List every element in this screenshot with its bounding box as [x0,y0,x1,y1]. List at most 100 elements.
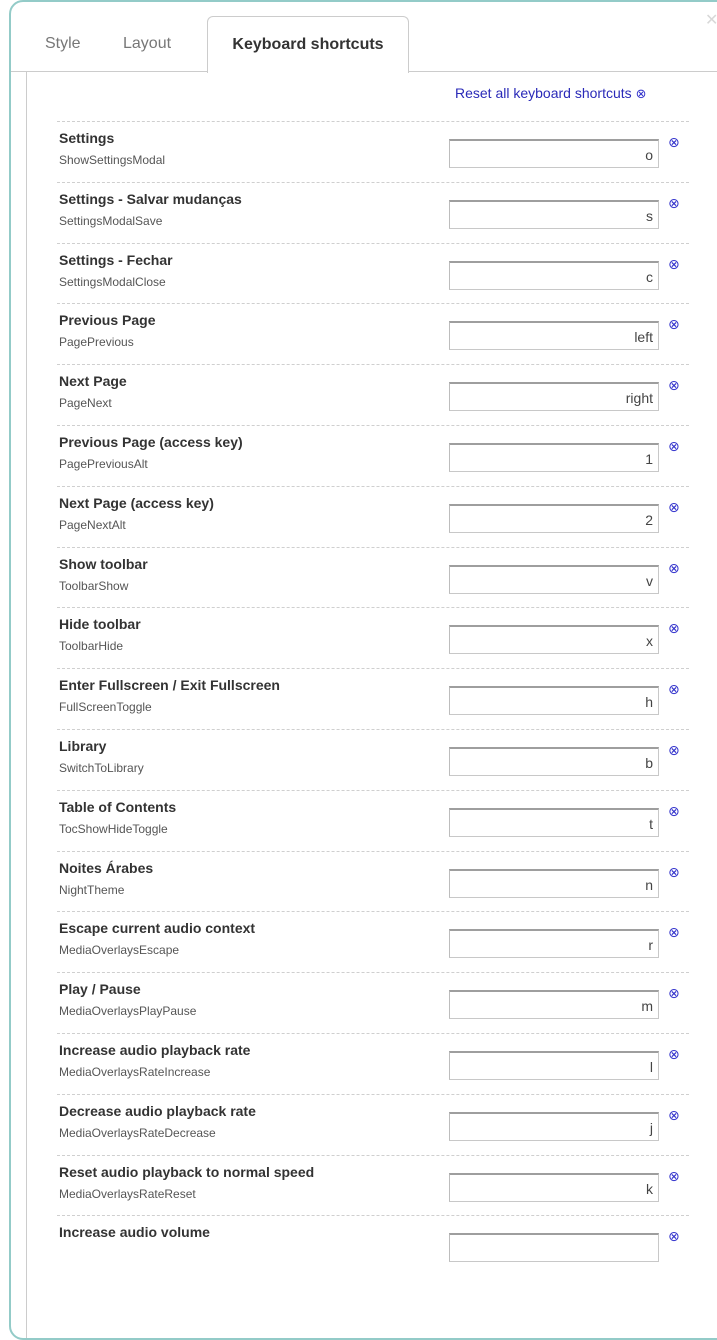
shortcut-row: Escape current audio context MediaOverlay… [57,911,689,972]
reset-all-shortcuts-link[interactable]: Reset all keyboard shortcuts ⊗ [455,85,647,102]
shortcut-key-input[interactable]: k [449,1172,659,1202]
shortcut-key-input[interactable]: left [449,321,659,351]
reset-shortcut-icon[interactable]: ⊗ [668,865,680,881]
reset-shortcut-icon[interactable]: ⊗ [668,1047,680,1063]
shortcut-key-input[interactable]: x [449,625,659,655]
shortcut-key-input[interactable]: 1 [449,442,659,472]
shortcut-row: Previous Page (access key) PagePreviousAl… [57,424,689,486]
shortcut-label: Show toolbar [59,555,148,572]
reset-shortcut-icon[interactable]: ⊗ [668,682,680,698]
shortcut-label: Previous Page (access key) [59,433,243,450]
shortcut-row: Increase audio volume ⊗ [57,1215,689,1276]
reset-shortcut-icon[interactable]: ⊗ [668,1169,680,1185]
reset-shortcut-icon[interactable]: ⊗ [668,196,680,212]
shortcut-label: Settings - Salvar mudanças [59,190,242,207]
reset-shortcut-icon[interactable]: ⊗ [668,1229,680,1245]
shortcut-key-input[interactable]: c [449,260,659,290]
shortcut-command-name: MediaOverlaysRateReset [59,1186,196,1201]
shortcut-command-name: SwitchToLibrary [59,760,144,775]
reset-shortcut-icon[interactable]: ⊗ [668,135,680,151]
shortcut-command-name: ToolbarShow [59,578,129,593]
reset-shortcut-icon[interactable]: ⊗ [668,257,680,273]
shortcut-row: Noites Árabes NightTheme n ⊗ [57,850,689,912]
shortcut-key-input[interactable]: h [449,686,659,716]
shortcut-label: Increase audio volume [59,1224,210,1241]
shortcut-key-input[interactable]: r [449,929,659,959]
shortcut-command-name: NightTheme [59,882,125,897]
shortcut-key-input[interactable]: right [449,382,659,412]
shortcut-key-input[interactable]: o [449,139,659,168]
shortcut-key-input[interactable]: j [449,1111,659,1141]
shortcut-row: Play / Pause MediaOverlaysPlayPause m ⊗ [57,972,689,1033]
shortcut-label: Previous Page [59,312,156,329]
shortcut-row: Next Page (access key) PageNextAlt 2 ⊗ [57,485,689,547]
shortcut-command-name: PageNextAlt [59,517,126,532]
reset-shortcut-icon[interactable]: ⊗ [668,1108,680,1124]
shortcut-command-name: PagePrevious [59,335,134,350]
shortcut-label: Decrease audio playback rate [59,1102,256,1119]
shortcut-list: Settings ShowSettingsModal o ⊗ Settings - Sa… [57,121,689,1276]
tab-style[interactable]: Style [45,16,81,72]
shortcut-command-name: FullScreenToggle [59,700,152,715]
shortcut-command-name: ShowSettingsModal [59,153,166,167]
reset-shortcut-icon[interactable]: ⊗ [668,804,680,820]
shortcut-key-input[interactable]: b [449,746,659,776]
shortcut-key-input[interactable]: t [449,807,659,837]
shortcut-command-name: SettingsModalSave [59,213,163,228]
shortcut-label: Noites Árabes [59,859,154,876]
tab-keyboard-shortcuts[interactable]: Keyboard shortcuts [207,16,409,73]
shortcut-key-input[interactable]: m [449,990,659,1020]
shortcut-row: Hide toolbar ToolbarHide x ⊗ [57,607,689,668]
reset-shortcut-icon[interactable]: ⊗ [668,925,680,941]
shortcut-label: Next Page (access key) [59,494,214,511]
reset-shortcut-icon[interactable]: ⊗ [668,621,680,637]
shortcut-command-name: PagePreviousAlt [59,456,148,471]
shortcut-label: Library [59,737,107,754]
reset-shortcut-icon[interactable]: ⊗ [668,561,680,577]
shortcut-row: Next Page PageNext right ⊗ [57,364,689,425]
shortcut-key-input[interactable]: l [449,1050,659,1080]
shortcut-key-input[interactable]: n [449,868,659,898]
reset-shortcut-icon[interactable]: ⊗ [668,439,680,455]
shortcut-label: Settings - Fechar [59,251,173,268]
shortcut-command-name: TocShowHideToggle [59,821,168,836]
shortcut-label: Enter Fullscreen / Exit Fullscreen [59,677,280,694]
shortcut-label: Next Page [59,373,127,390]
shortcut-row: Settings - Salvar mudanças SettingsModalS… [57,181,689,243]
shortcut-label: Table of Contents [59,798,177,815]
shortcut-command-name: SettingsModalClose [59,274,166,289]
tab-divider-gap [208,71,408,72]
shortcut-label: Escape current audio context [59,920,256,937]
shortcut-row: Show toolbar ToolbarShow v ⊗ [57,546,689,608]
reset-shortcut-icon[interactable]: ⊗ [668,743,680,759]
reset-shortcut-icon[interactable]: ⊗ [668,378,680,394]
reset-shortcut-icon[interactable]: ⊗ [668,500,680,516]
shortcut-command-name: MediaOverlaysEscape [59,943,180,958]
settings-modal: ✕ Style Layout Keyboard shortcuts Reset … [9,0,717,1340]
shortcut-command-name: PageNext [59,396,112,411]
tab-layout[interactable]: Layout [123,16,171,72]
shortcut-label: Reset audio playback to normal speed [59,1163,315,1180]
shortcut-command-name: MediaOverlaysPlayPause [59,1004,197,1019]
shortcut-command-name: MediaOverlaysRateIncrease [59,1064,211,1079]
shortcut-label: Play / Pause [59,981,141,998]
reset-all-label: Reset all keyboard shortcuts [455,85,632,101]
reset-shortcut-icon[interactable]: ⊗ [668,317,680,333]
shortcut-key-input[interactable]: 2 [449,503,659,533]
reset-icon: ⊗ [635,87,647,102]
tab-bar: Style Layout Keyboard shortcuts [11,16,717,73]
shortcut-row: Previous Page PagePrevious left ⊗ [57,303,689,364]
shortcut-label: Hide toolbar [59,616,141,633]
shortcut-row: Increase audio playback rate MediaOverlay… [57,1032,689,1094]
shortcut-label: Increase audio playback rate [59,1041,251,1058]
shortcut-row: Enter Fullscreen / Exit Fullscreen FullSc… [57,668,689,729]
shortcut-key-input[interactable] [449,1233,659,1263]
shortcut-key-input[interactable]: s [449,199,659,229]
shortcut-row: Table of Contents TocShowHideToggle t ⊗ [57,789,689,851]
shortcut-command-name: MediaOverlaysRateDecrease [59,1125,216,1140]
shortcut-label: Settings [59,130,115,146]
reset-shortcut-icon[interactable]: ⊗ [668,986,680,1002]
shortcut-row: Settings - Fechar SettingsModalClose c ⊗ [57,242,689,304]
shortcut-key-input[interactable]: v [449,564,659,594]
shortcut-row: Decrease audio playback rate MediaOverlay… [57,1093,689,1155]
